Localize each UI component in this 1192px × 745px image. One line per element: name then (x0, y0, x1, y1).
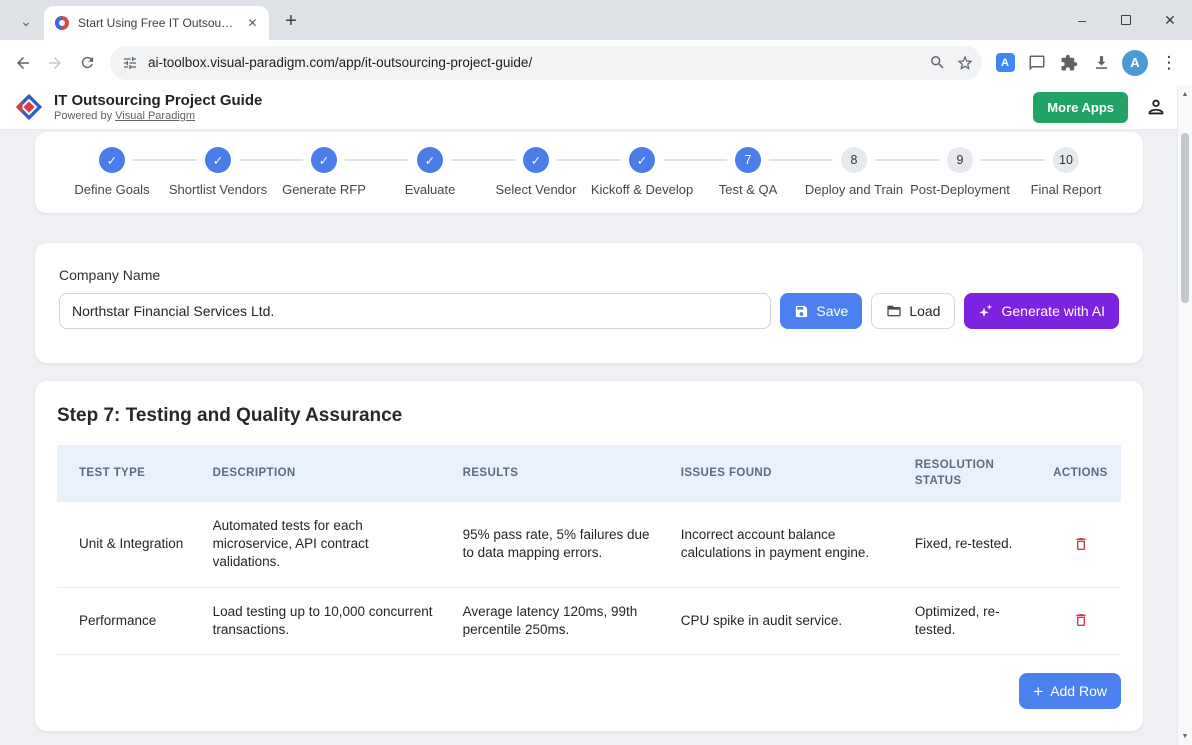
tab-title: Start Using Free IT Outsourcing (78, 16, 236, 30)
cell-description: Load testing up to 10,000 concurrent tra… (201, 587, 451, 654)
url-text: ai-toolbox.visual-paradigm.com/app/it-ou… (148, 55, 919, 70)
translate-extension-icon[interactable]: A (990, 48, 1020, 78)
step-test-qa[interactable]: 7 Test & QA (695, 147, 801, 197)
extensions-puzzle-icon[interactable] (1054, 48, 1084, 78)
browser-toolbar: ai-toolbox.visual-paradigm.com/app/it-ou… (0, 40, 1192, 85)
address-bar[interactable]: ai-toolbox.visual-paradigm.com/app/it-ou… (110, 46, 982, 80)
forward-icon[interactable] (40, 48, 70, 78)
download-icon[interactable] (1086, 48, 1116, 78)
powered-by-link[interactable]: Visual Paradigm (115, 110, 195, 122)
zoom-magnifier-icon[interactable] (929, 54, 946, 71)
step-define-goals[interactable]: ✓ Define Goals (59, 147, 165, 197)
cell-issues: CPU spike in audit service. (669, 587, 903, 654)
save-icon (794, 304, 809, 319)
page-content: ✓ Define Goals ✓ Shortlist Vendors ✓ Gen… (0, 132, 1192, 745)
tab-search-chevron-icon[interactable]: ⌄ (12, 7, 40, 35)
delete-row-trash-icon[interactable] (1069, 532, 1093, 556)
step-number: 8 (841, 147, 867, 173)
company-name-label: Company Name (59, 267, 1119, 283)
step-generate-rfp[interactable]: ✓ Generate RFP (271, 147, 377, 197)
browser-menu-dots-icon[interactable]: ⋮ (1154, 48, 1184, 78)
app-title-block: IT Outsourcing Project Guide Powered by … (54, 92, 262, 121)
save-button[interactable]: Save (780, 293, 862, 329)
col-test-type: TEST TYPE (57, 445, 201, 502)
step-number: 7 (735, 147, 761, 173)
table-header-row: TEST TYPE DESCRIPTION RESULTS ISSUES FOU… (57, 445, 1121, 502)
site-settings-tune-icon[interactable] (122, 55, 138, 71)
step-number: 10 (1053, 147, 1079, 173)
browser-tab[interactable]: Start Using Free IT Outsourcing ✕ (44, 6, 269, 40)
qa-table: TEST TYPE DESCRIPTION RESULTS ISSUES FOU… (57, 445, 1121, 655)
back-icon[interactable] (8, 48, 38, 78)
generate-with-ai-button[interactable]: Generate with AI (964, 293, 1119, 329)
plus-icon: + (1033, 683, 1043, 700)
col-description: DESCRIPTION (201, 445, 451, 502)
company-card: Company Name Save Load (35, 243, 1143, 363)
visual-paradigm-logo (14, 92, 44, 122)
minimize-icon[interactable]: – (1060, 0, 1104, 40)
col-results: RESULTS (451, 445, 669, 502)
step-kickoff-develop[interactable]: ✓ Kickoff & Develop (589, 147, 695, 197)
wizard-stepper: ✓ Define Goals ✓ Shortlist Vendors ✓ Gen… (59, 147, 1119, 197)
cell-resolution: Optimized, re-tested. (903, 587, 1041, 654)
cell-results: 95% pass rate, 5% failures due to data m… (451, 502, 669, 587)
cell-test-type: Performance (57, 587, 201, 654)
cell-issues: Incorrect account balance calculations i… (669, 502, 903, 587)
table-row: Unit & Integration Automated tests for e… (57, 502, 1121, 587)
cell-test-type: Unit & Integration (57, 502, 201, 587)
step-deploy-train[interactable]: 8 Deploy and Train (801, 147, 907, 197)
step-evaluate[interactable]: ✓ Evaluate (377, 147, 483, 197)
tab-close-icon[interactable]: ✕ (244, 15, 261, 32)
profile-avatar[interactable]: A (1122, 50, 1148, 76)
step-check-icon: ✓ (99, 147, 125, 173)
add-row-button[interactable]: + Add Row (1019, 673, 1121, 709)
step-shortlist-vendors[interactable]: ✓ Shortlist Vendors (165, 147, 271, 197)
site-favicon-icon (54, 15, 70, 31)
page-scrollbar[interactable]: ▲ ▼ (1177, 85, 1192, 745)
step-final-report[interactable]: 10 Final Report (1013, 147, 1119, 197)
maximize-icon[interactable] (1104, 0, 1148, 40)
table-row: Performance Load testing up to 10,000 co… (57, 587, 1121, 654)
app-header: IT Outsourcing Project Guide Powered by … (0, 85, 1192, 130)
user-account-icon[interactable] (1142, 93, 1170, 121)
scroll-down-icon[interactable]: ▼ (1178, 729, 1192, 743)
load-button[interactable]: Load (871, 293, 955, 329)
delete-row-trash-icon[interactable] (1069, 608, 1093, 632)
col-actions: ACTIONS (1041, 445, 1121, 502)
app-title: IT Outsourcing Project Guide (54, 92, 262, 109)
close-icon[interactable]: ✕ (1148, 0, 1192, 40)
step-select-vendor[interactable]: ✓ Select Vendor (483, 147, 589, 197)
step-check-icon: ✓ (629, 147, 655, 173)
browser-titlebar: ⌄ Start Using Free IT Outsourcing ✕ + – … (0, 0, 1192, 40)
cell-description: Automated tests for each microservice, A… (201, 502, 451, 587)
company-name-input[interactable] (59, 293, 771, 329)
window-controls: – ✕ (1060, 0, 1192, 40)
stepper-card: ✓ Define Goals ✓ Shortlist Vendors ✓ Gen… (35, 132, 1143, 213)
reload-icon[interactable] (72, 48, 102, 78)
scrollbar-thumb[interactable] (1181, 133, 1189, 303)
section-title: Step 7: Testing and Quality Assurance (57, 405, 1121, 427)
step-number: 9 (947, 147, 973, 173)
step-check-icon: ✓ (417, 147, 443, 173)
step-check-icon: ✓ (523, 147, 549, 173)
cell-resolution: Fixed, re-tested. (903, 502, 1041, 587)
more-apps-button[interactable]: More Apps (1033, 92, 1128, 123)
scroll-up-icon[interactable]: ▲ (1178, 87, 1192, 101)
col-resolution-status: RESOLUTION STATUS (903, 445, 1041, 502)
step-check-icon: ✓ (205, 147, 231, 173)
new-tab-button[interactable]: + (277, 7, 305, 35)
sparkles-icon (978, 303, 994, 319)
cell-results: Average latency 120ms, 99th percentile 2… (451, 587, 669, 654)
step-check-icon: ✓ (311, 147, 337, 173)
bookmark-star-icon[interactable] (956, 54, 974, 72)
col-issues-found: ISSUES FOUND (669, 445, 903, 502)
step-post-deployment[interactable]: 9 Post-Deployment (907, 147, 1013, 197)
step7-card: Step 7: Testing and Quality Assurance TE… (35, 381, 1143, 731)
comment-bubble-icon[interactable] (1022, 48, 1052, 78)
powered-by: Powered by Visual Paradigm (54, 110, 262, 122)
folder-icon (886, 303, 902, 319)
